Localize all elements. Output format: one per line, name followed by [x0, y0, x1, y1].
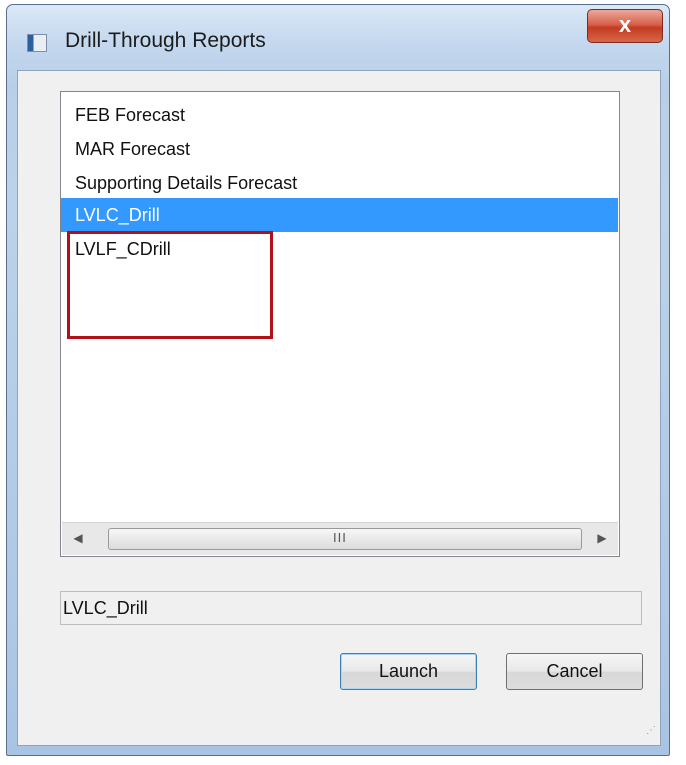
- dialog-body: FEB Forecast MAR Forecast Supporting Det…: [17, 70, 661, 746]
- horizontal-scrollbar[interactable]: ◀ III ▶: [62, 522, 618, 555]
- cancel-button[interactable]: Cancel: [506, 653, 643, 690]
- list-item-selected[interactable]: LVLC_Drill: [61, 198, 618, 232]
- scroll-left-icon[interactable]: ◀: [68, 528, 88, 548]
- list-item[interactable]: Supporting Details Forecast: [61, 166, 618, 200]
- app-window-icon: [27, 34, 47, 52]
- list-item[interactable]: LVLF_CDrill: [61, 232, 618, 266]
- title-bar[interactable]: Drill-Through Reports x: [7, 5, 669, 69]
- window-title: Drill-Through Reports: [65, 29, 266, 52]
- close-button[interactable]: x: [587, 9, 663, 43]
- grip-icon: III: [333, 530, 347, 545]
- launch-button[interactable]: Launch: [340, 653, 477, 690]
- resize-grip-icon[interactable]: ⋰: [642, 726, 656, 741]
- dialog-window: Drill-Through Reports x FEB Forecast MAR…: [6, 4, 670, 756]
- scroll-thumb[interactable]: III: [108, 528, 582, 550]
- scroll-right-icon[interactable]: ▶: [592, 528, 612, 548]
- selected-report-field: LVLC_Drill: [60, 591, 642, 625]
- list-item[interactable]: MAR Forecast: [61, 132, 618, 166]
- list-item[interactable]: FEB Forecast: [61, 98, 618, 132]
- close-icon: x: [618, 12, 632, 37]
- reports-listbox[interactable]: FEB Forecast MAR Forecast Supporting Det…: [60, 91, 620, 557]
